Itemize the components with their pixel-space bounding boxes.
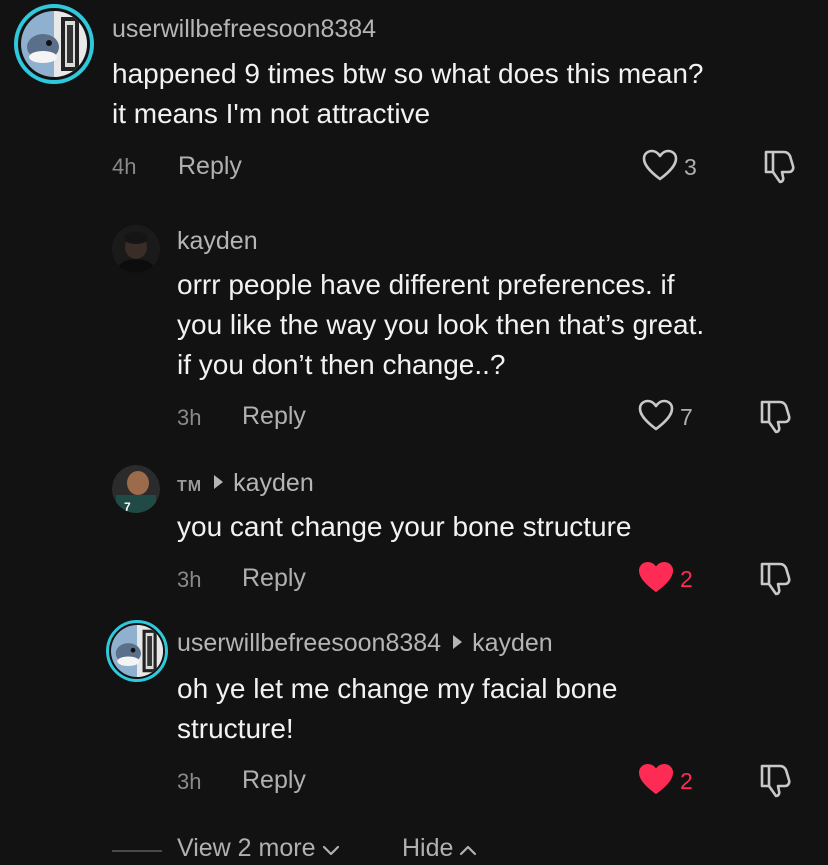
like-count: 3 <box>684 154 697 180</box>
reply-button[interactable]: Reply <box>242 402 306 431</box>
avatar-image <box>112 225 160 273</box>
dislike-button[interactable] <box>758 560 792 601</box>
comment-username-line: TM kayden <box>177 469 314 498</box>
heart-outline-icon <box>642 149 678 186</box>
comment-text-line: happened 9 times btw so what does this m… <box>112 58 704 89</box>
comment-2: kayden orrr people have different prefer… <box>0 215 828 455</box>
comment-text-line: it means I'm not attractive <box>112 98 431 129</box>
like-count: 2 <box>680 566 693 592</box>
caret-right-icon <box>214 475 224 489</box>
thumbs-down-icon <box>762 150 796 188</box>
reply-to-username[interactable]: kayden <box>233 469 314 497</box>
thumbs-down-icon <box>758 562 792 600</box>
comment-text: orrr people have different preferences. … <box>177 265 704 385</box>
reply-to-username[interactable]: kayden <box>472 629 553 657</box>
reply-button[interactable]: Reply <box>242 766 306 795</box>
like-count: 2 <box>680 768 693 794</box>
view-more-label: View 2 more <box>177 834 316 862</box>
avatar[interactable] <box>106 620 168 682</box>
comment-text-line: if you don’t then change..? <box>177 349 506 380</box>
like-button[interactable]: 2 <box>638 763 693 800</box>
avatar[interactable]: 7 <box>112 465 160 513</box>
avatar-image <box>111 625 163 677</box>
reply-button[interactable]: Reply <box>178 152 242 181</box>
like-count: 7 <box>680 404 693 430</box>
comment-timestamp: 3h <box>177 405 202 430</box>
reply-button[interactable]: Reply <box>242 564 306 593</box>
avatar-image <box>21 11 87 77</box>
comment-username[interactable]: TM <box>177 478 202 495</box>
thread-divider <box>112 850 162 852</box>
comment-username[interactable]: userwillbefreesoon8384 <box>177 629 441 657</box>
hide-replies-button[interactable]: Hide <box>402 834 477 863</box>
comment-text: happened 9 times btw so what does this m… <box>112 54 703 134</box>
comment-timestamp: 3h <box>177 769 202 794</box>
avatar[interactable] <box>112 225 160 273</box>
caret-right-icon <box>453 635 463 649</box>
hide-label: Hide <box>402 834 454 862</box>
replies-footer: View 2 more Hide <box>0 826 828 865</box>
thumbs-down-icon <box>758 764 792 802</box>
comment-text-line: you like the way you look then that’s gr… <box>177 309 705 340</box>
comment-text-line: you cant change your bone structure <box>177 511 632 542</box>
comment-text-line: orrr people have different preferences. … <box>177 269 675 300</box>
chevron-down-icon <box>322 834 340 863</box>
comment-text: you cant change your bone structure <box>177 507 632 547</box>
comment-text-line: oh ye let me change my facial bone <box>177 673 618 704</box>
comment-1: userwillbefreesoon8384 happened 9 times … <box>0 0 828 215</box>
svg-text:7: 7 <box>124 500 131 513</box>
thumbs-down-icon <box>758 400 792 438</box>
heart-outline-icon <box>638 399 674 436</box>
comment-3: 7 TM kayden you cant change your bone str… <box>0 455 828 615</box>
dislike-button[interactable] <box>762 148 796 189</box>
dislike-button[interactable] <box>758 398 792 439</box>
like-button[interactable]: 3 <box>642 149 697 186</box>
avatar[interactable] <box>14 4 94 84</box>
comment-timestamp: 3h <box>177 567 202 592</box>
comment-4: userwillbefreesoon8384 kayden oh ye let m… <box>0 615 828 820</box>
comment-username[interactable]: userwillbefreesoon8384 <box>112 15 376 44</box>
comment-username[interactable]: kayden <box>177 227 258 256</box>
like-button[interactable]: 2 <box>638 561 693 598</box>
comment-timestamp: 4h <box>112 154 137 179</box>
comment-text-line: structure! <box>177 713 294 744</box>
comment-text: oh ye let me change my facial bone struc… <box>177 669 617 749</box>
heart-filled-icon <box>638 561 674 598</box>
comment-username-line: userwillbefreesoon8384 kayden <box>177 629 553 658</box>
chevron-up-icon <box>459 834 477 863</box>
view-more-replies-button[interactable]: View 2 more <box>177 834 340 863</box>
heart-filled-icon <box>638 763 674 800</box>
dislike-button[interactable] <box>758 762 792 803</box>
like-button[interactable]: 7 <box>638 399 693 436</box>
avatar-image: 7 <box>112 465 160 513</box>
